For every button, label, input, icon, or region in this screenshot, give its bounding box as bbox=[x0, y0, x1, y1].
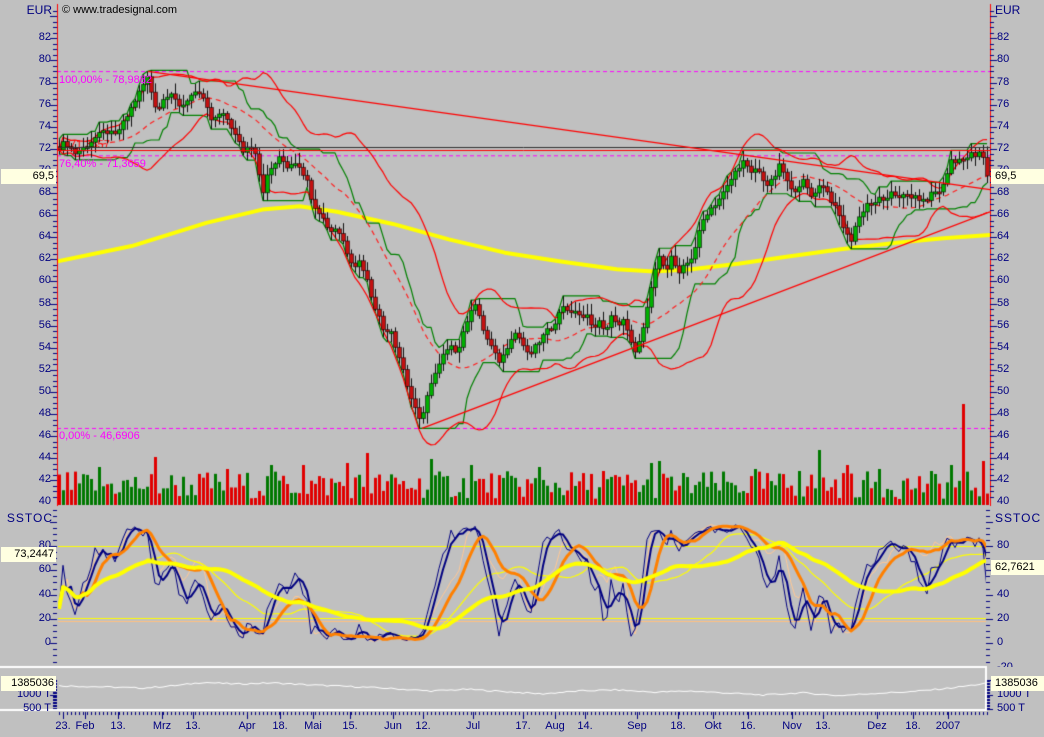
price-tick-label: 76 bbox=[997, 98, 1044, 111]
stochastic-tick-label: 80 bbox=[997, 539, 1044, 552]
stochastic-tick-label: 40 bbox=[997, 588, 1044, 601]
date-label: Dez bbox=[857, 720, 897, 732]
date-label: 16. bbox=[728, 720, 768, 732]
left-axis-labels: 8280787674727068666462605856545250484644… bbox=[0, 0, 53, 712]
price-tick-label: 80 bbox=[0, 53, 51, 66]
price-tick-label: 40 bbox=[997, 495, 1044, 507]
price-tick-label: 52 bbox=[0, 363, 51, 376]
time-axis: 23.Feb13.Mrz13.Apr18.Mai15.Jun12.Jul17.A… bbox=[0, 718, 1044, 737]
price-tick-label: 54 bbox=[997, 341, 1044, 354]
date-label: 13. bbox=[98, 720, 138, 732]
price-tick-label: 66 bbox=[997, 208, 1044, 221]
price-tick-label: 50 bbox=[0, 385, 51, 398]
price-tick-label: 42 bbox=[0, 473, 51, 486]
price-tick-label: 46 bbox=[997, 429, 1044, 442]
date-label: 13. bbox=[173, 720, 213, 732]
price-tick-label: 60 bbox=[0, 274, 51, 287]
date-label: 18. bbox=[893, 720, 933, 732]
date-label: Jul bbox=[453, 720, 493, 732]
date-label: 14. bbox=[565, 720, 605, 732]
date-label: Sep bbox=[617, 720, 657, 732]
price-tick-label: 74 bbox=[0, 120, 51, 133]
price-tick-label: 54 bbox=[0, 341, 51, 354]
price-tick-label: 68 bbox=[0, 186, 51, 199]
price-tick-label: 74 bbox=[997, 120, 1044, 133]
stochastic-tick-label: -20 bbox=[997, 661, 1044, 667]
date-label: 12. bbox=[403, 720, 443, 732]
stochastic-tick-label: 40 bbox=[0, 588, 51, 601]
turnover-value-badge-left: 1385036 bbox=[1, 676, 56, 691]
price-tick-label: 78 bbox=[0, 76, 51, 89]
price-tick-label: 72 bbox=[0, 142, 51, 155]
turnover-tick-label: 500 T bbox=[0, 702, 51, 712]
fib-label-0: 0,00% - 46,6906 bbox=[59, 430, 140, 443]
turnover-value-badge-right: 1385036 bbox=[991, 676, 1044, 691]
stochastic-tick-label: 0 bbox=[0, 636, 51, 649]
price-tick-label: 56 bbox=[997, 319, 1044, 332]
price-tick-label: 64 bbox=[0, 230, 51, 243]
price-tick-label: 60 bbox=[997, 274, 1044, 287]
stochastic-value-badge-right: 62,7621 bbox=[991, 560, 1044, 575]
stochastic-tick-label: 60 bbox=[0, 563, 51, 576]
date-label: 15. bbox=[330, 720, 370, 732]
fib-label-76: 76,40% - 71,3659 bbox=[59, 158, 146, 171]
stochastic-value-badge-left: 73,2447 bbox=[1, 547, 56, 562]
date-label: 18. bbox=[658, 720, 698, 732]
last-price-badge-right: 69,5 bbox=[991, 169, 1044, 184]
price-tick-label: 82 bbox=[0, 31, 51, 44]
price-tick-label: 82 bbox=[997, 31, 1044, 44]
turnover-tick-label: 500 T bbox=[997, 702, 1044, 712]
price-tick-label: 62 bbox=[997, 252, 1044, 265]
copyright-text: © www.tradesignal.com bbox=[62, 4, 177, 17]
price-tick-label: 56 bbox=[0, 319, 51, 332]
price-tick-label: 66 bbox=[0, 208, 51, 221]
date-label: 2007 bbox=[928, 720, 968, 732]
date-label: Mai bbox=[293, 720, 333, 732]
price-tick-label: 76 bbox=[0, 98, 51, 111]
date-label: 13. bbox=[803, 720, 843, 732]
price-tick-label: 62 bbox=[0, 252, 51, 265]
price-tick-label: 58 bbox=[0, 297, 51, 310]
price-tick-label: 58 bbox=[997, 297, 1044, 310]
price-tick-label: 44 bbox=[997, 451, 1044, 464]
price-tick-label: 46 bbox=[0, 429, 51, 442]
right-axis-labels: 8280787674727068666462605856545250484644… bbox=[995, 0, 1044, 712]
last-price-badge-left: 69,5 bbox=[1, 169, 56, 184]
stochastic-tick-label: 20 bbox=[0, 612, 51, 625]
price-tick-label: 68 bbox=[997, 186, 1044, 199]
price-tick-label: 80 bbox=[997, 53, 1044, 66]
price-tick-label: 42 bbox=[997, 473, 1044, 486]
price-tick-label: 48 bbox=[997, 407, 1044, 420]
stochastic-tick-label: 20 bbox=[997, 612, 1044, 625]
stochastic-tick-label: 0 bbox=[997, 636, 1044, 649]
chart-canvas[interactable] bbox=[0, 0, 1044, 737]
tradesignal-chart-window: EUR EUR © www.tradesignal.com 100,00% - … bbox=[0, 0, 1044, 737]
price-tick-label: 40 bbox=[0, 495, 51, 507]
price-tick-label: 78 bbox=[997, 76, 1044, 89]
price-tick-label: 52 bbox=[997, 363, 1044, 376]
price-tick-label: 48 bbox=[0, 407, 51, 420]
price-tick-label: 50 bbox=[997, 385, 1044, 398]
price-tick-label: 64 bbox=[997, 230, 1044, 243]
price-tick-label: 44 bbox=[0, 451, 51, 464]
date-label: Okt bbox=[693, 720, 733, 732]
price-tick-label: 72 bbox=[997, 142, 1044, 155]
fib-label-100: 100,00% - 78,9882 bbox=[59, 74, 152, 87]
